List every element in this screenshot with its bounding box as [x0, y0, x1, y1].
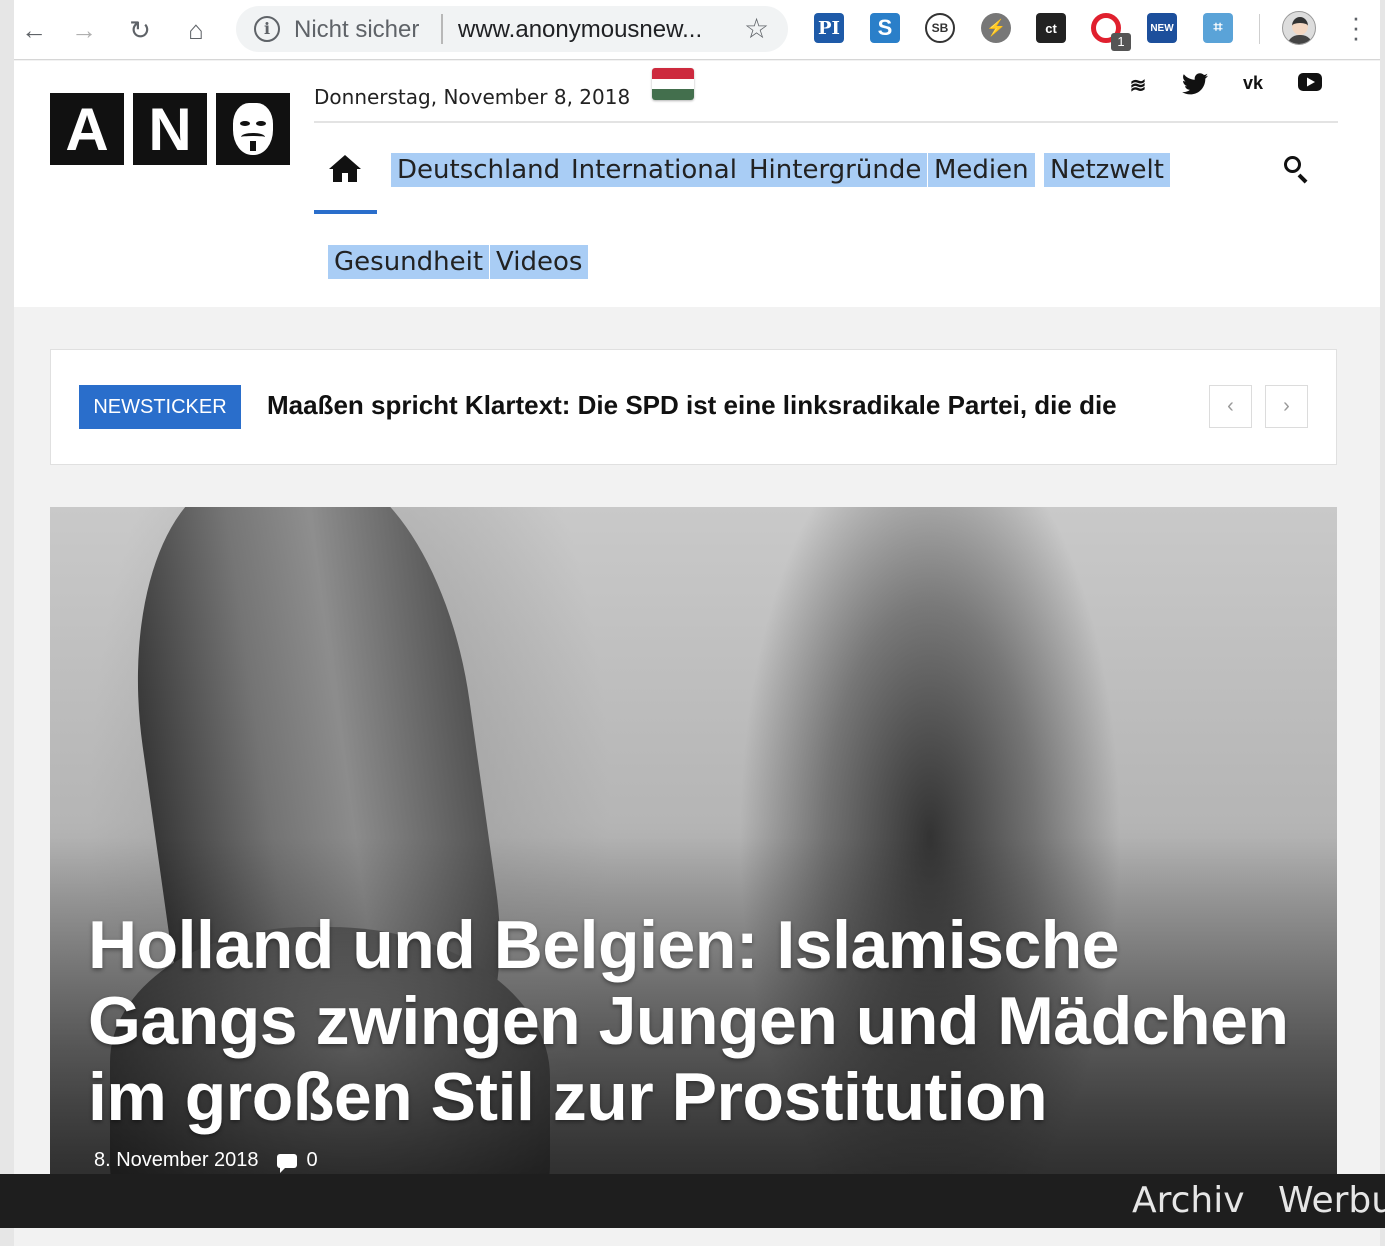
extension-badge: 1 [1111, 33, 1131, 51]
hero-date: 8. November 2018 [94, 1149, 259, 1171]
bolt-icon[interactable]: ⚡ [981, 13, 1011, 43]
nav-link-international[interactable]: International [565, 153, 743, 187]
omnibox-divider [441, 14, 443, 44]
active-nav-indicator [314, 210, 377, 214]
forward-icon[interactable]: → [66, 12, 102, 48]
bottom-link-werbung[interactable]: Werbu [1278, 1180, 1385, 1221]
home-icon[interactable] [328, 153, 362, 183]
hero-comment-count[interactable]: 0 [307, 1149, 318, 1172]
address-bar[interactable]: i Nicht sicher www.anonymousnew... ☆ [236, 6, 788, 52]
ticker-prev-button[interactable]: ‹ [1209, 385, 1252, 428]
hero-article[interactable]: Holland und Belgien: Islamische Gangs zw… [50, 507, 1337, 1207]
header-divider [314, 121, 1338, 123]
ct-icon[interactable]: ct [1036, 13, 1066, 43]
reload-icon[interactable]: ↻ [122, 12, 158, 48]
vk-icon[interactable]: vk [1238, 73, 1268, 94]
site-header: A N Donnerstag, November 8, 2018 ≋ vk De… [14, 61, 1380, 307]
rss-cast-icon[interactable]: ⌗ [1203, 13, 1233, 43]
guy-fawkes-mask-icon [216, 93, 290, 165]
newsticker-label: NEWSTICKER [79, 385, 241, 429]
hungarian-flag-icon[interactable] [652, 68, 694, 100]
nav-link-gesundheit[interactable]: Gesundheit [328, 245, 490, 279]
youtube-icon[interactable] [1295, 73, 1325, 97]
logo-letter-n: N [133, 93, 207, 165]
comment-icon [276, 1153, 297, 1173]
hero-meta: 8. November 2018 0 [94, 1149, 318, 1173]
current-date: Donnerstag, November 8, 2018 [314, 85, 631, 109]
toolbar-divider [1259, 14, 1260, 44]
sb-icon[interactable]: SB [925, 13, 955, 43]
newsticker: NEWSTICKER Maaßen spricht Klartext: Die … [50, 349, 1337, 465]
nav-link-netzwelt[interactable]: Netzwelt [1044, 153, 1170, 187]
twitter-icon[interactable] [1180, 73, 1210, 101]
back-icon[interactable]: ← [16, 12, 52, 48]
nav-link-hintergruende[interactable]: Hintergründe [743, 153, 928, 187]
bottom-nav-bar: Archiv Werbu [0, 1174, 1385, 1228]
hero-title[interactable]: Holland und Belgien: Islamische Gangs zw… [88, 907, 1308, 1135]
logo-letter-a: A [50, 93, 124, 165]
bookmark-star-icon[interactable]: ☆ [744, 12, 769, 45]
browser-toolbar: ← → ↻ ⌂ i Nicht sicher www.anonymousnew.… [14, 0, 1380, 60]
nav-link-videos[interactable]: Videos [490, 245, 589, 279]
search-icon[interactable] [1282, 154, 1310, 184]
newsticker-headline[interactable]: Maaßen spricht Klartext: Die SPD ist ein… [267, 390, 1117, 421]
bottom-link-archiv[interactable]: Archiv [1132, 1180, 1245, 1221]
profile-avatar[interactable] [1282, 11, 1316, 45]
info-icon[interactable]: i [254, 16, 280, 42]
ticker-next-button[interactable]: › [1265, 385, 1308, 428]
insecure-label[interactable]: Nicht sicher [294, 16, 419, 44]
rss-icon[interactable]: ≋ [1123, 73, 1153, 98]
s-icon[interactable]: S [870, 13, 900, 43]
menu-kebab-icon[interactable]: · · · [1344, 4, 1368, 50]
new-icon[interactable]: NEW [1147, 13, 1177, 43]
nav-link-deutschland[interactable]: Deutschland [391, 153, 567, 187]
home-button-icon[interactable]: ⌂ [178, 12, 214, 48]
url-text[interactable]: www.anonymousnew... [458, 16, 702, 44]
nav-link-medien[interactable]: Medien [928, 153, 1035, 187]
browser-window: ← → ↻ ⌂ i Nicht sicher www.anonymousnew.… [14, 0, 1380, 1246]
site-logo[interactable]: A N [50, 93, 290, 165]
pi-icon[interactable]: PI [814, 13, 844, 43]
